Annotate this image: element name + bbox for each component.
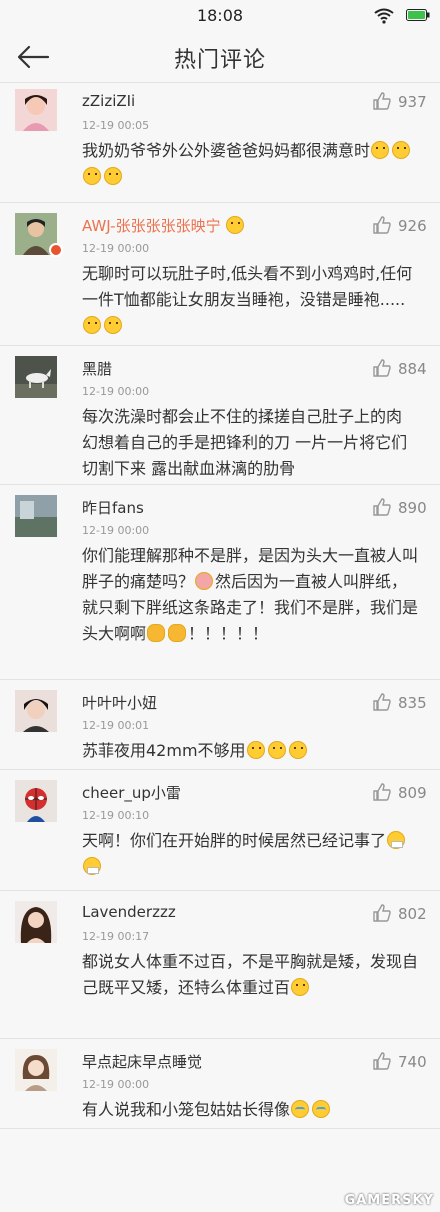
user-name[interactable]: 黑腊 bbox=[82, 358, 112, 379]
comment-text: 无聊时可以玩肚子时,低头看不到小鸡鸡时,任何一件T恤都能让女朋友当睡袍，没错是睡… bbox=[82, 261, 422, 339]
comment-time: 12-19 00:00 bbox=[82, 524, 150, 537]
emoji-face-icon bbox=[371, 141, 390, 159]
comment-text: 我奶奶爷爷外公外婆爸爸妈妈都很满意时 bbox=[82, 138, 422, 190]
page-title: 热门评论 bbox=[173, 48, 266, 73]
avatar[interactable] bbox=[15, 690, 57, 732]
avatar[interactable] bbox=[15, 89, 57, 131]
comment-list[interactable]: zZiziZIi 12-19 00:05 我奶奶爷爷外公外婆爸爸妈妈都很满意时 … bbox=[0, 83, 440, 1129]
comment-text: 都说女人体重不过百，不是平胸就是矮，发现自己既平又矮，还特么体重过百 bbox=[82, 949, 422, 1001]
emoji-face-icon bbox=[246, 741, 265, 759]
emoji-crying-icon bbox=[312, 1100, 331, 1118]
thumbs-up-icon[interactable] bbox=[372, 1051, 392, 1071]
thumbs-up-icon[interactable] bbox=[372, 692, 392, 712]
like-count: 926 bbox=[398, 217, 427, 235]
thumbs-up-icon[interactable] bbox=[372, 903, 392, 923]
comment-item[interactable]: 黑腊 12-19 00:00 每次洗澡时都会止不住的揉搓自己肚子上的肉 幻想着自… bbox=[0, 346, 440, 485]
emoji-cat-icon bbox=[168, 624, 187, 642]
comment-item[interactable]: zZiziZIi 12-19 00:05 我奶奶爷爷外公外婆爸爸妈妈都很满意时 … bbox=[0, 83, 440, 203]
comment-text: 每次洗澡时都会止不住的揉搓自己肚子上的肉 幻想着自己的手是把锋利的刀 一片一片将… bbox=[82, 404, 422, 482]
avatar[interactable] bbox=[15, 356, 57, 398]
emoji-heart-eyes-icon bbox=[226, 216, 245, 234]
comment-text: 天啊！你们在开始胖的时候居然已经记事了 bbox=[82, 828, 422, 880]
like-count: 937 bbox=[398, 93, 427, 111]
emoji-face-icon bbox=[392, 141, 411, 159]
comment-text-content: 每次洗澡时都会止不住的揉搓自己肚子上的肉 幻想着自己的手是把锋利的刀 一片一片将… bbox=[82, 407, 408, 478]
comment-text-content: 无聊时可以玩肚子时,低头看不到小鸡鸡时,任何一件T恤都能让女朋友当睡袍，没错是睡… bbox=[82, 264, 413, 309]
user-name[interactable]: 早点起床早点睡觉 bbox=[82, 1051, 202, 1072]
like-count: 884 bbox=[398, 360, 427, 378]
emoji-crying-icon bbox=[291, 1100, 310, 1118]
emoji-face-icon bbox=[291, 978, 310, 996]
comment-time: 12-19 00:01 bbox=[82, 719, 150, 732]
thumbs-up-icon[interactable] bbox=[372, 358, 392, 378]
thumbs-up-icon[interactable] bbox=[372, 215, 392, 235]
user-name[interactable]: 昨日fans bbox=[82, 497, 144, 518]
thumbs-up-icon[interactable] bbox=[372, 91, 392, 111]
user-name[interactable]: AWJ-张张张张张映宁 bbox=[82, 215, 246, 236]
comment-item[interactable]: Lavenderzzz 12-19 00:17 都说女人体重不过百，不是平胸就是… bbox=[0, 891, 440, 1039]
comment-text-content: 都说女人体重不过百，不是平胸就是矮，发现自己既平又矮，还特么体重过百 bbox=[82, 952, 419, 997]
comment-time: 12-19 00:00 bbox=[82, 385, 150, 398]
comment-item[interactable]: AWJ-张张张张张映宁 12-19 00:00 无聊时可以玩肚子时,低头看不到小… bbox=[0, 203, 440, 346]
emoji-cat-icon bbox=[147, 624, 166, 642]
like-count: 809 bbox=[398, 784, 427, 802]
battery-icon bbox=[406, 9, 430, 21]
comment-item[interactable]: 昨日fans 12-19 00:00 你们能理解那种不是胖，是因为头大一直被人叫… bbox=[0, 485, 440, 680]
emoji-face-icon bbox=[104, 167, 122, 185]
comment-time: 12-19 00:05 bbox=[82, 119, 150, 132]
like-count: 802 bbox=[398, 905, 427, 923]
emoji-cover-face-icon bbox=[195, 572, 214, 590]
comment-text: 苏菲夜用42mm不够用 bbox=[82, 738, 422, 764]
emoji-face-icon bbox=[104, 316, 122, 334]
comment-text-content: 有人说我和小笼包姑姑长得像 bbox=[82, 1100, 291, 1119]
emoji-face-icon bbox=[83, 316, 101, 334]
comment-text-content: 苏菲夜用42mm不够用 bbox=[82, 741, 246, 760]
comment-text-content: 我奶奶爷爷外公外婆爸爸妈妈都很满意时 bbox=[82, 141, 371, 160]
comment-item[interactable]: 早点起床早点睡觉 12-19 00:00 有人说我和小笼包姑姑长得像 740 bbox=[0, 1039, 440, 1129]
user-name[interactable]: 叶叶叶小妞 bbox=[82, 692, 157, 713]
user-name[interactable]: cheer_up小雷 bbox=[82, 782, 181, 803]
avatar[interactable] bbox=[15, 780, 57, 822]
comment-text: 有人说我和小笼包姑姑长得像 bbox=[82, 1097, 422, 1123]
user-name[interactable]: Lavenderzzz bbox=[82, 903, 176, 921]
wifi-icon bbox=[374, 8, 394, 24]
comment-time: 12-19 00:17 bbox=[82, 930, 150, 943]
comment-item[interactable]: cheer_up小雷 12-19 00:10 天啊！你们在开始胖的时候居然已经记… bbox=[0, 770, 440, 891]
comment-time: 12-19 00:00 bbox=[82, 242, 150, 255]
like-count: 835 bbox=[398, 694, 427, 712]
comment-text: 你们能理解那种不是胖，是因为头大一直被人叫胖子的痛楚吗？ 然后因为一直被人叫胖纸，… bbox=[82, 543, 422, 647]
comment-time: 12-19 00:00 bbox=[82, 1078, 150, 1091]
verified-badge-icon bbox=[49, 243, 63, 257]
emoji-mask-icon bbox=[83, 857, 101, 875]
comment-item[interactable]: 叶叶叶小妞 12-19 00:01 苏菲夜用42mm不够用 835 bbox=[0, 680, 440, 770]
emoji-face-icon bbox=[83, 167, 101, 185]
user-name[interactable]: zZiziZIi bbox=[82, 92, 135, 110]
comment-text-content: 天啊！你们在开始胖的时候居然已经记事了 bbox=[82, 831, 387, 850]
thumbs-up-icon[interactable] bbox=[372, 497, 392, 517]
status-bar: 18:08 bbox=[0, 0, 440, 32]
emoji-face-icon bbox=[267, 741, 286, 759]
avatar[interactable] bbox=[15, 1049, 57, 1091]
user-name-text: AWJ-张张张张张映宁 bbox=[82, 217, 221, 235]
like-count: 740 bbox=[398, 1053, 427, 1071]
comment-time: 12-19 00:10 bbox=[82, 809, 150, 822]
nav-bar: 热门评论 bbox=[0, 32, 440, 83]
emoji-face-icon bbox=[288, 741, 307, 759]
avatar[interactable] bbox=[15, 495, 57, 537]
emoji-mask-icon bbox=[387, 831, 406, 849]
comment-text-content: ！！！！！ bbox=[188, 624, 269, 643]
avatar[interactable] bbox=[15, 901, 57, 943]
thumbs-up-icon[interactable] bbox=[372, 782, 392, 802]
watermark-logo: GAMERSKY bbox=[344, 1193, 434, 1208]
like-count: 890 bbox=[398, 499, 427, 517]
